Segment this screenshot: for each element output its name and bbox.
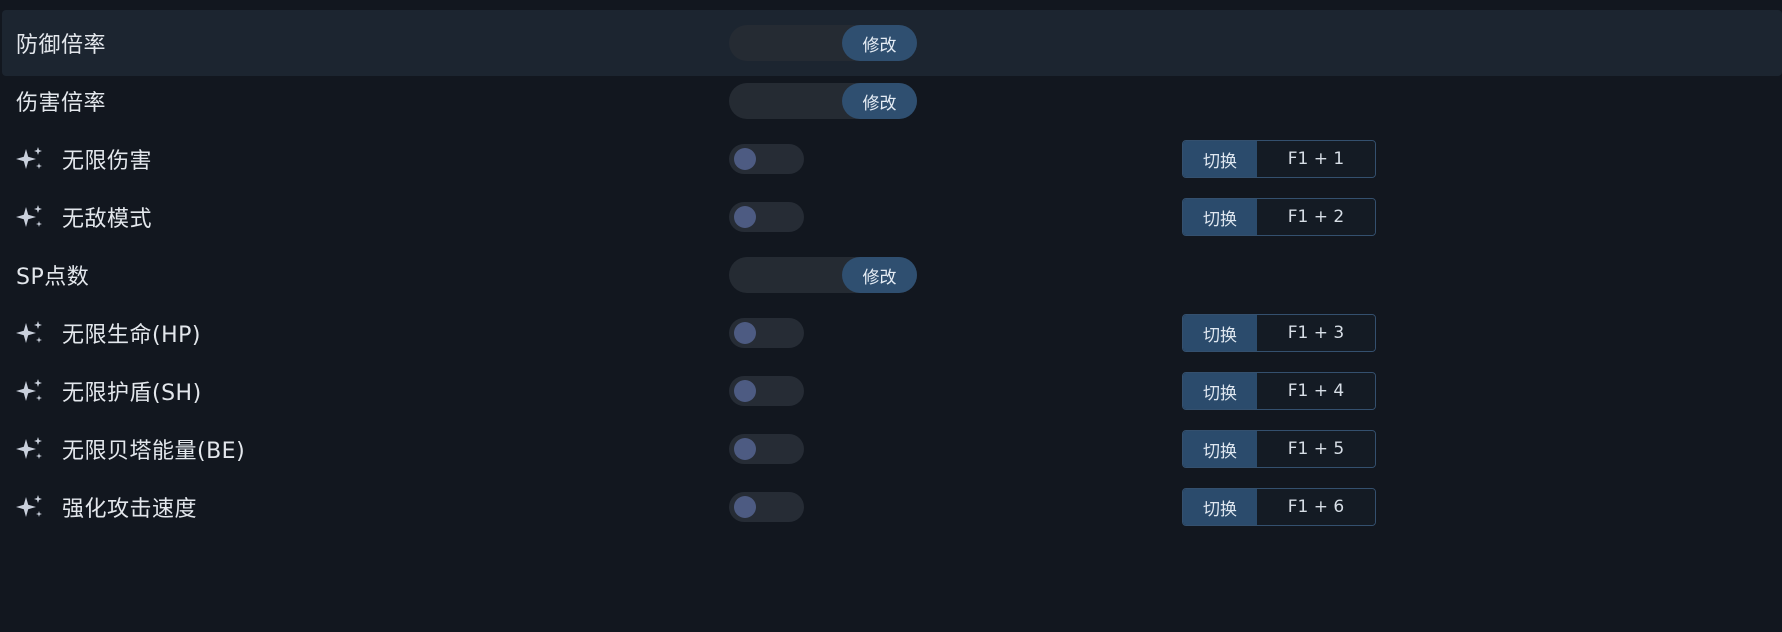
option-row-infinite-beta-energy: 无限贝塔能量(BE) 切换 F1 + 5 [2, 416, 1782, 482]
toggle-knob [734, 438, 756, 460]
option-label: 无敌模式 [62, 207, 153, 232]
option-label: SP点数 [16, 265, 90, 290]
hotkey-control: 切换 F1 + 4 [1182, 372, 1376, 410]
option-label: 伤害倍率 [16, 91, 107, 116]
toggle-knob [734, 322, 756, 344]
toggle-knob [734, 496, 756, 518]
hotkey-field[interactable]: F1 + 1 [1257, 141, 1375, 177]
hotkey-control: 切换 F1 + 1 [1182, 140, 1376, 178]
option-label-wrap: 无限贝塔能量(BE) [16, 416, 245, 482]
option-label: 无限护盾(SH) [62, 381, 202, 406]
option-row-defense-multiplier: 防御倍率 修改 [2, 10, 1782, 76]
toggle-switch[interactable] [729, 144, 804, 174]
toggle-switch[interactable] [729, 318, 804, 348]
option-label: 无限生命(HP) [62, 323, 201, 348]
hotkey-field[interactable]: F1 + 3 [1257, 315, 1375, 351]
hotkey-control: 切换 F1 + 3 [1182, 314, 1376, 352]
option-label-wrap: 无限伤害 [16, 126, 152, 192]
hotkey-control: 切换 F1 + 2 [1182, 198, 1376, 236]
option-label: 强化攻击速度 [62, 497, 198, 522]
modify-control: 修改 [729, 83, 917, 119]
sparkle-icon [16, 377, 44, 405]
switch-button[interactable]: 切换 [1183, 199, 1257, 235]
sparkle-icon [16, 319, 44, 347]
hotkey-control: 切换 F1 + 6 [1182, 488, 1376, 526]
modify-control: 修改 [729, 257, 917, 293]
option-label: 无限伤害 [62, 149, 153, 174]
switch-button[interactable]: 切换 [1183, 141, 1257, 177]
sparkle-icon [16, 435, 44, 463]
toggle-switch[interactable] [729, 202, 804, 232]
option-label: 无限贝塔能量(BE) [62, 439, 246, 464]
option-row-god-mode: 无敌模式 切换 F1 + 2 [2, 184, 1782, 250]
toggle-knob [734, 380, 756, 402]
toggle-switch[interactable] [729, 492, 804, 522]
option-label-wrap: 无敌模式 [16, 184, 152, 250]
option-label: 防御倍率 [16, 33, 107, 58]
toggle-knob [734, 206, 756, 228]
toggle-switch[interactable] [729, 434, 804, 464]
sparkle-icon [16, 203, 44, 231]
toggle-knob [734, 148, 756, 170]
toggle-switch[interactable] [729, 376, 804, 406]
switch-button[interactable]: 切换 [1183, 373, 1257, 409]
switch-button[interactable]: 切换 [1183, 315, 1257, 351]
option-label-wrap: 无限护盾(SH) [16, 358, 202, 424]
modify-button[interactable]: 修改 [842, 25, 917, 61]
option-label-wrap: 强化攻击速度 [16, 474, 197, 540]
sparkle-icon [16, 145, 44, 173]
modify-button[interactable]: 修改 [842, 257, 917, 293]
option-row-infinite-shield: 无限护盾(SH) 切换 F1 + 4 [2, 358, 1782, 424]
hotkey-field[interactable]: F1 + 5 [1257, 431, 1375, 467]
option-row-damage-multiplier: 伤害倍率 修改 [2, 68, 1782, 134]
option-row-sp-points: SP点数 修改 [2, 242, 1782, 308]
option-row-attack-speed: 强化攻击速度 切换 F1 + 6 [2, 474, 1782, 540]
option-row-infinite-damage: 无限伤害 切换 F1 + 1 [2, 126, 1782, 192]
hotkey-field[interactable]: F1 + 6 [1257, 489, 1375, 525]
switch-button[interactable]: 切换 [1183, 489, 1257, 525]
modify-button[interactable]: 修改 [842, 83, 917, 119]
hotkey-field[interactable]: F1 + 2 [1257, 199, 1375, 235]
sparkle-icon [16, 493, 44, 521]
switch-button[interactable]: 切换 [1183, 431, 1257, 467]
modify-control: 修改 [729, 25, 917, 61]
option-label-wrap: 无限生命(HP) [16, 300, 201, 366]
hotkey-field[interactable]: F1 + 4 [1257, 373, 1375, 409]
option-row-infinite-hp: 无限生命(HP) 切换 F1 + 3 [2, 300, 1782, 366]
options-panel: 防御倍率 修改 伤害倍率 修改 无限伤害 切换 F1 + 1 无敌模式 切换 F… [0, 0, 1782, 632]
hotkey-control: 切换 F1 + 5 [1182, 430, 1376, 468]
